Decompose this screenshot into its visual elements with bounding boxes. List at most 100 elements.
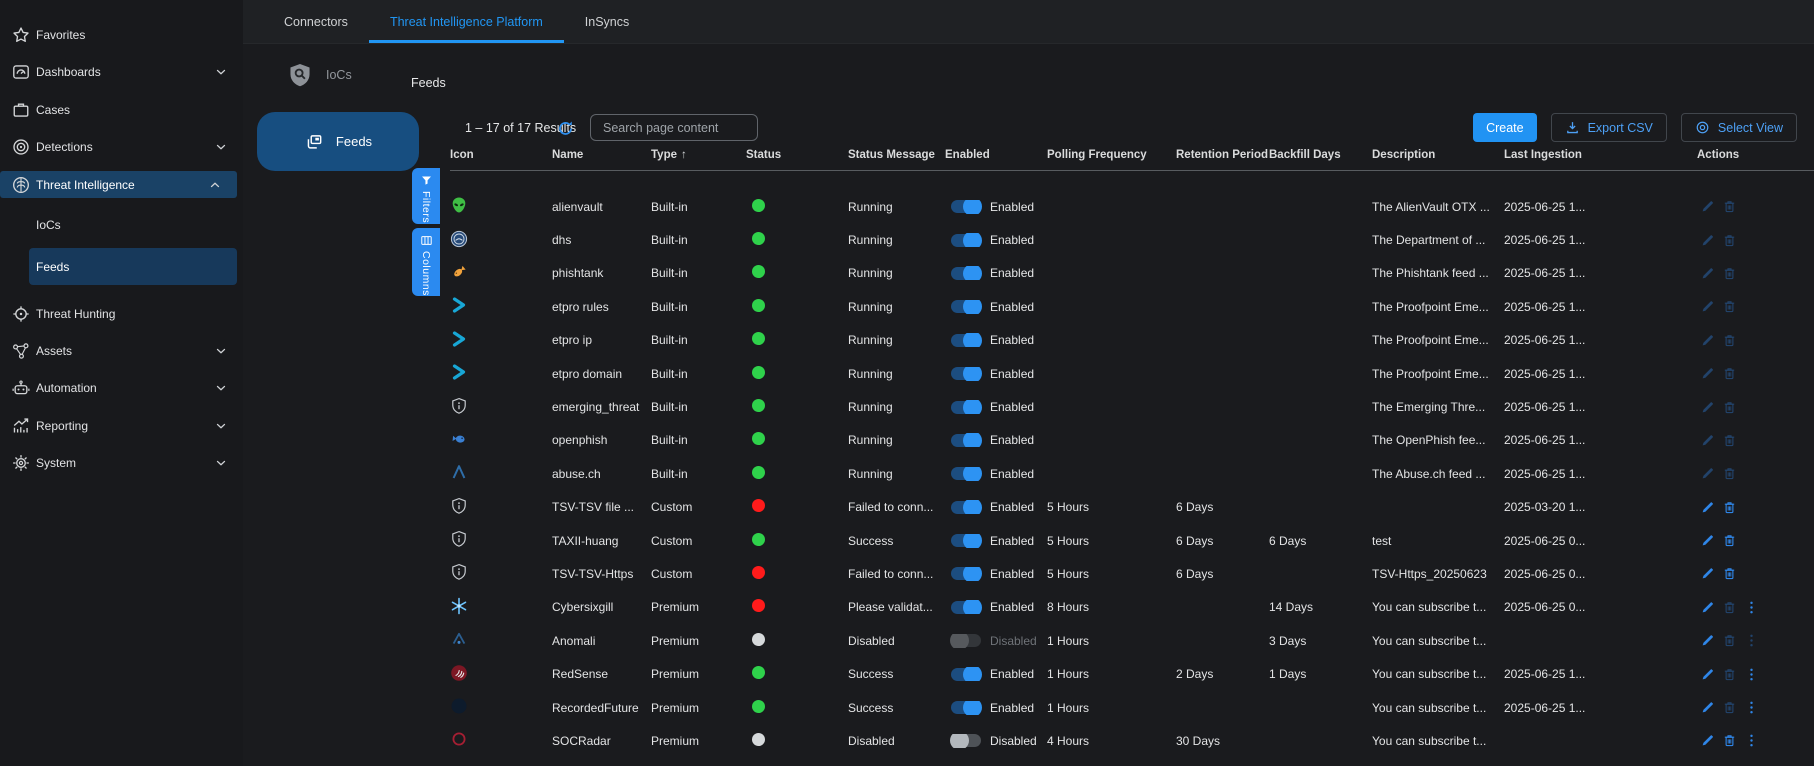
enabled-toggle[interactable]: [951, 234, 981, 247]
edit-icon[interactable]: [1700, 199, 1715, 214]
column-header-last-ingestion[interactable]: Last Ingestion: [1504, 149, 1697, 161]
filters-tab[interactable]: Filters: [412, 168, 440, 224]
delete-icon[interactable]: [1722, 667, 1737, 682]
edit-icon[interactable]: [1700, 566, 1715, 581]
tab-threat-intelligence-platform[interactable]: Threat Intelligence Platform: [369, 0, 564, 43]
edit-icon[interactable]: [1700, 366, 1715, 381]
more-actions-icon[interactable]: [1744, 667, 1759, 682]
delete-icon[interactable]: [1722, 500, 1737, 515]
more-actions-icon[interactable]: [1744, 733, 1759, 748]
delete-icon[interactable]: [1722, 433, 1737, 448]
sidebar-item-automation[interactable]: Automation: [0, 369, 243, 407]
delete-icon[interactable]: [1722, 199, 1737, 214]
enabled-toggle[interactable]: [951, 367, 981, 380]
column-header-status-message[interactable]: Status Message: [848, 149, 945, 161]
edit-icon[interactable]: [1700, 233, 1715, 248]
edit-icon[interactable]: [1700, 633, 1715, 648]
sidebar-item-iocs[interactable]: IoCs: [0, 205, 243, 244]
enabled-toggle[interactable]: [951, 601, 981, 614]
retention-period-cell: 6 Days: [1176, 534, 1269, 548]
enabled-toggle[interactable]: [951, 334, 981, 347]
column-header-retention-period[interactable]: Retention Period: [1176, 149, 1269, 161]
enabled-toggle[interactable]: [951, 534, 981, 547]
sidebar-item-label: Dashboards: [36, 65, 101, 79]
enabled-toggle[interactable]: [951, 401, 981, 414]
enabled-toggle[interactable]: [951, 634, 981, 647]
more-actions-icon[interactable]: [1744, 600, 1759, 615]
column-header-name[interactable]: Name: [552, 149, 651, 161]
tab-connectors[interactable]: Connectors: [263, 0, 369, 43]
column-header-actions[interactable]: Actions: [1697, 149, 1814, 161]
more-actions-icon[interactable]: [1744, 700, 1759, 715]
edit-icon[interactable]: [1700, 400, 1715, 415]
delete-icon[interactable]: [1722, 600, 1737, 615]
type-cell: Built-in: [651, 467, 746, 481]
delete-icon[interactable]: [1722, 700, 1737, 715]
delete-icon[interactable]: [1722, 366, 1737, 381]
status-dot: [752, 700, 765, 713]
sidebar-item-reporting[interactable]: Reporting: [0, 407, 243, 445]
subnav-item-iocs[interactable]: IoCs: [287, 62, 352, 88]
more-actions-icon[interactable]: [1744, 633, 1759, 648]
delete-icon[interactable]: [1722, 333, 1737, 348]
sidebar-item-feeds[interactable]: Feeds: [29, 248, 237, 285]
enabled-toggle[interactable]: [951, 267, 981, 280]
enabled-toggle[interactable]: [951, 434, 981, 447]
delete-icon[interactable]: [1722, 400, 1737, 415]
column-header-status[interactable]: Status: [746, 149, 848, 161]
sidebar-item-threat-intelligence[interactable]: Threat Intelligence: [0, 171, 237, 198]
edit-icon[interactable]: [1700, 700, 1715, 715]
select-view-button[interactable]: Select View: [1681, 113, 1797, 142]
column-header-polling-frequency[interactable]: Polling Frequency: [1047, 149, 1176, 161]
sidebar-item-favorites[interactable]: Favorites: [0, 16, 243, 54]
edit-icon[interactable]: [1700, 266, 1715, 281]
edit-icon[interactable]: [1700, 500, 1715, 515]
edit-icon[interactable]: [1700, 733, 1715, 748]
delete-icon[interactable]: [1722, 266, 1737, 281]
edit-icon[interactable]: [1700, 600, 1715, 615]
icon-cell: [450, 563, 552, 584]
edit-icon[interactable]: [1700, 466, 1715, 481]
enabled-toggle[interactable]: [951, 467, 981, 480]
type-cell: Built-in: [651, 433, 746, 447]
delete-icon[interactable]: [1722, 466, 1737, 481]
delete-icon[interactable]: [1722, 299, 1737, 314]
edit-icon[interactable]: [1700, 333, 1715, 348]
sidebar-item-system[interactable]: System: [0, 444, 243, 482]
polling-frequency-cell: 1 Hours: [1047, 701, 1176, 715]
edit-icon[interactable]: [1700, 667, 1715, 682]
edit-icon[interactable]: [1700, 433, 1715, 448]
delete-icon[interactable]: [1722, 233, 1737, 248]
delete-icon[interactable]: [1722, 733, 1737, 748]
edit-icon[interactable]: [1700, 533, 1715, 548]
sidebar-item-assets[interactable]: Assets: [0, 332, 243, 370]
column-header-backfill-days[interactable]: Backfill Days: [1269, 149, 1372, 161]
sidebar-item-detections[interactable]: Detections: [0, 128, 243, 166]
delete-icon[interactable]: [1722, 566, 1737, 581]
enabled-toggle[interactable]: [951, 501, 981, 514]
create-button[interactable]: Create: [1473, 113, 1537, 142]
sidebar-item-cases[interactable]: Cases: [0, 91, 243, 129]
delete-icon[interactable]: [1722, 533, 1737, 548]
table-row: TSV-TSV file ...CustomFailed to conn...E…: [450, 491, 1814, 524]
enabled-toggle[interactable]: [951, 701, 981, 714]
sidebar-item-threat-hunting[interactable]: Threat Hunting: [0, 294, 243, 333]
enabled-toggle[interactable]: [951, 567, 981, 580]
column-header-icon[interactable]: Icon: [450, 149, 552, 161]
sidebar-item-dashboards[interactable]: Dashboards: [0, 53, 243, 91]
export-csv-button[interactable]: Export CSV: [1551, 113, 1667, 142]
enabled-toggle[interactable]: [951, 734, 981, 747]
enabled-toggle[interactable]: [951, 668, 981, 681]
search-input[interactable]: [601, 120, 766, 136]
delete-icon[interactable]: [1722, 633, 1737, 648]
column-header-description[interactable]: Description: [1372, 149, 1504, 161]
edit-icon[interactable]: [1700, 299, 1715, 314]
enabled-toggle[interactable]: [951, 200, 981, 213]
subnav-item-feeds[interactable]: Feeds: [257, 112, 419, 171]
enabled-toggle[interactable]: [951, 300, 981, 313]
columns-tab[interactable]: Columns: [412, 228, 440, 296]
column-header-type[interactable]: Type↑: [651, 149, 746, 161]
column-header-enabled[interactable]: Enabled: [945, 149, 1047, 161]
refresh-icon[interactable]: [557, 120, 574, 137]
tab-insyncs[interactable]: InSyncs: [564, 0, 650, 43]
